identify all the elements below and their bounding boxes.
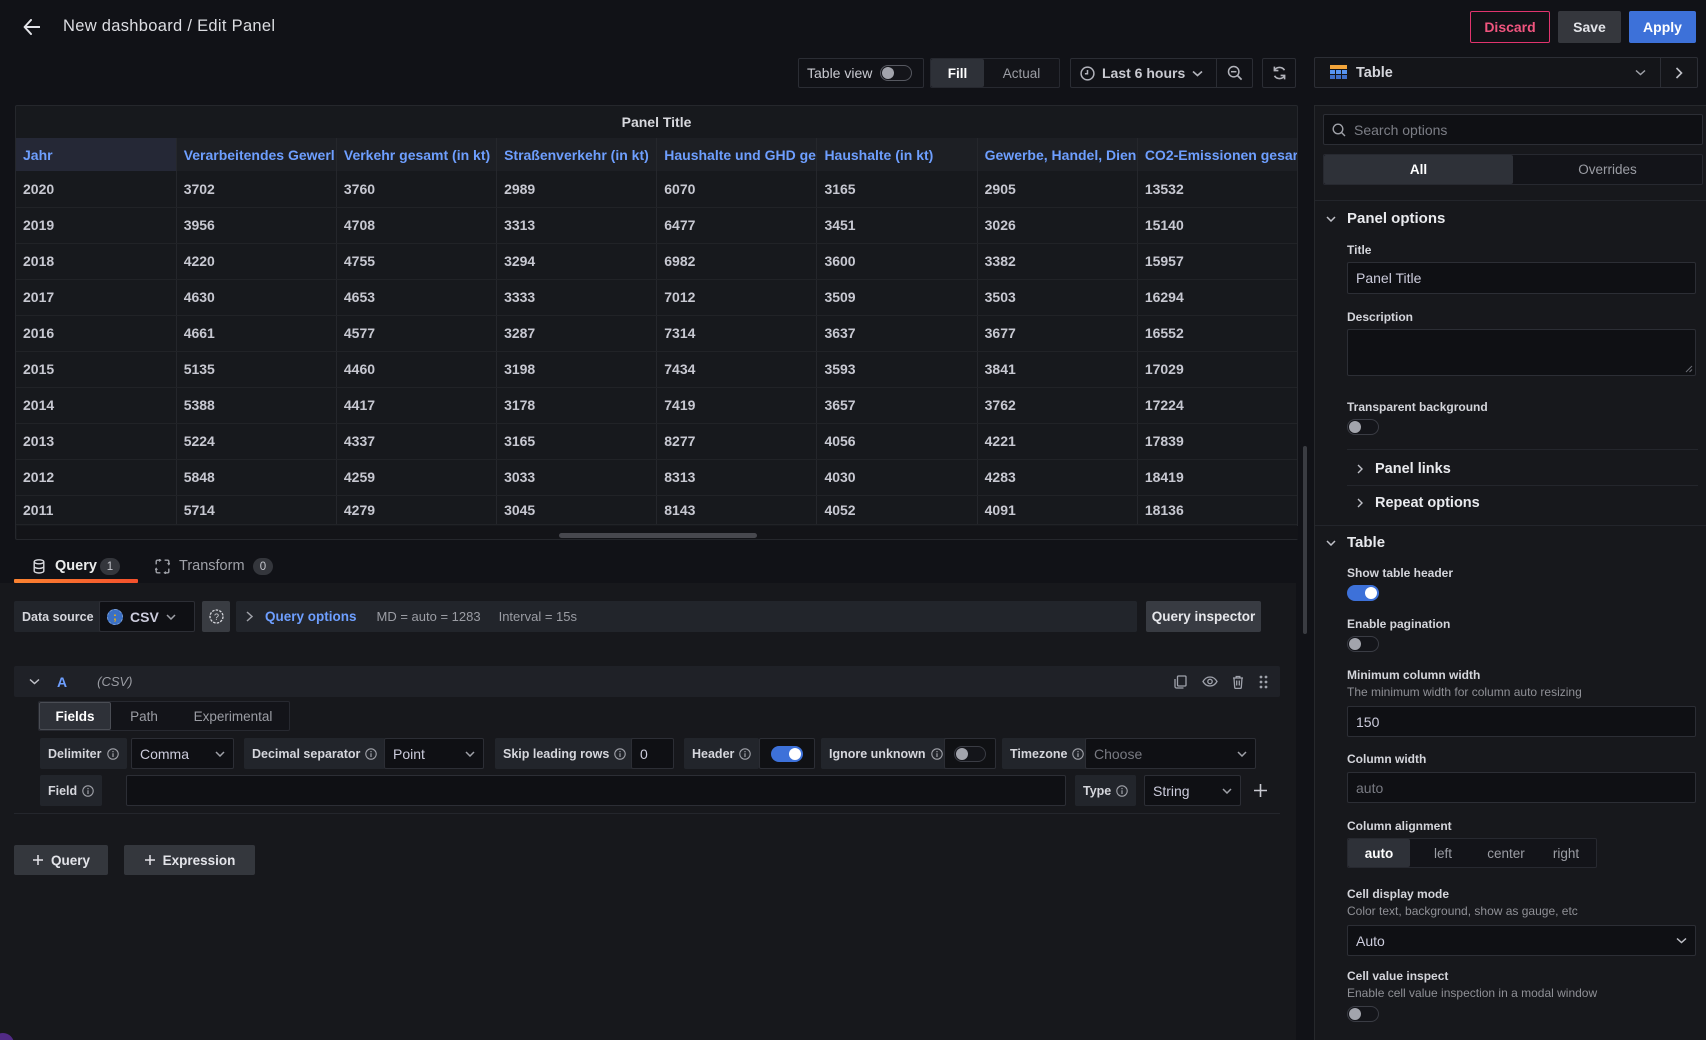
svg-text:?: ? [213, 612, 218, 622]
